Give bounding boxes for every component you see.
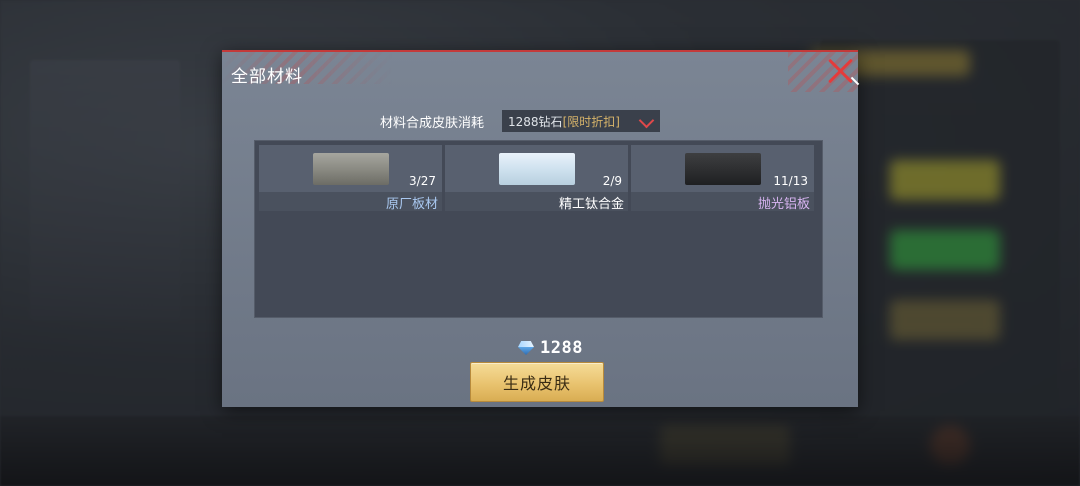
cost-dropdown[interactable]: 1288钻石 [限时折扣] (502, 110, 661, 132)
close-button[interactable] (826, 56, 860, 86)
generate-skin-label: 生成皮肤 (502, 374, 571, 393)
chevron-down-icon (638, 112, 655, 129)
diamond-balance: 1288 (517, 338, 583, 358)
cost-row: 材料合成皮肤消耗 1288钻石 [限时折扣] (380, 110, 661, 132)
cost-label: 材料合成皮肤消耗 (380, 115, 485, 131)
material-quantity: 3/27 (409, 174, 436, 188)
dialog-title: 全部材料 (231, 67, 303, 87)
material-icon-area: 3/27 (259, 145, 442, 192)
material-item-original-panel[interactable]: 3/27 原厂板材 (259, 145, 442, 212)
material-name-area: 精工钛合金 (445, 192, 628, 212)
materials-grid: 3/27 原厂板材 2/9 精工钛合金 11/13 抛光铝板 (254, 140, 823, 318)
material-name: 精工钛合金 (558, 197, 624, 212)
material-icon-area: 11/13 (631, 145, 814, 192)
material-quantity: 11/13 (773, 174, 808, 188)
materials-dialog: 全部材料 材料合成皮肤消耗 1288钻石 [限时折扣] 3/27 原厂板材 2/… (222, 50, 860, 407)
material-item-titanium-alloy[interactable]: 2/9 精工钛合金 (445, 145, 628, 212)
background-green-item (890, 230, 1000, 270)
balance-value: 1288 (540, 338, 583, 358)
cost-value: 1288钻石 (508, 114, 563, 129)
background-left-panel (30, 60, 180, 320)
material-name: 抛光铝板 (757, 197, 810, 212)
white-plate-icon (498, 153, 575, 185)
background-bottom-bar (0, 416, 1080, 486)
material-name-area: 抛光铝板 (631, 192, 814, 212)
discount-tag: [限时折扣] (562, 114, 620, 129)
material-item-polished-aluminum[interactable]: 11/13 抛光铝板 (631, 145, 814, 212)
gray-plate-icon (312, 153, 389, 185)
background-brown-item (890, 300, 1000, 340)
black-plate-icon (684, 153, 761, 185)
generate-skin-button[interactable]: 生成皮肤 (470, 362, 604, 402)
material-icon-area: 2/9 (445, 145, 628, 192)
diamond-icon (517, 341, 535, 355)
material-quantity: 2/9 (602, 174, 622, 188)
material-name-area: 原厂板材 (259, 192, 442, 212)
background-yellow-item (890, 160, 1000, 200)
material-name: 原厂板材 (385, 197, 438, 212)
